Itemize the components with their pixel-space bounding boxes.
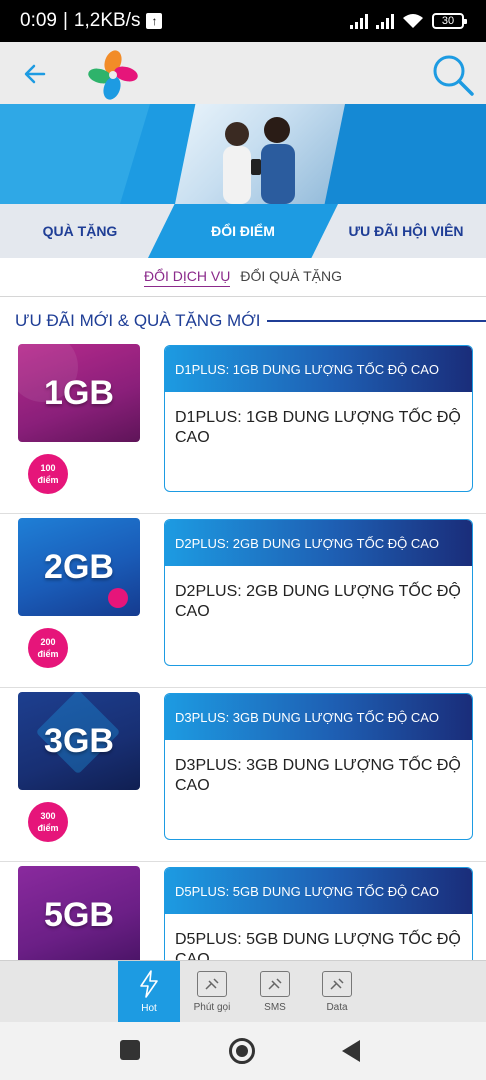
nav-sms[interactable]: SMS [244,961,306,1023]
section-line [266,320,486,322]
people-illustration [223,117,295,204]
nav-hot-label: Hot [141,1003,157,1014]
points-unit: điểm [37,649,59,659]
offer-title: D1PLUS: 1GB DUNG LƯỢNG TỐC ĐỘ CAO [165,346,472,392]
offer-thumb-label: 5GB [44,895,114,934]
offer-card[interactable]: D1PLUS: 1GB DUNG LƯỢNG TỐC ĐỘ CAO D1PLUS… [164,345,473,492]
points-unit: điểm [37,823,59,833]
home-button[interactable] [229,1038,255,1064]
status-time: 0:09 [20,10,57,31]
bottom-nav: Hot Phút gọi SMS Data [0,960,486,1023]
signal-icon-2 [376,13,394,29]
gift-icon [197,971,227,997]
points-value: 200 [40,637,56,647]
status-speed: 1,2KB/s [73,10,141,31]
nav-call-minutes[interactable]: Phút gọi [181,961,243,1023]
wifi-icon [403,14,423,28]
gift-icon [260,971,290,997]
points-value: 300 [40,811,56,821]
status-right: 30 [350,13,467,29]
arrow-left-icon[interactable] [20,59,50,89]
tab-gifts[interactable]: QUÀ TẶNG [0,204,160,258]
status-separator: | [62,10,68,31]
nav-data-label: Data [326,1002,348,1013]
thumb-decoration [108,588,128,608]
offer-thumb-label: 2GB [44,547,114,586]
offer-row[interactable]: 2GB 200 điểm D2PLUS: 2GB DUNG LƯỢNG TỐC … [0,514,486,688]
offer-thumbnail[interactable]: 5GB [18,866,140,964]
tab-redeem-points[interactable]: ĐỔI ĐIỂM [148,204,338,258]
battery-icon: 30 [432,13,467,29]
sub-tab-service[interactable]: ĐỔI DỊCH VỤ [144,268,231,287]
app-header [0,42,486,104]
offer-list: 1GB 100 điểm D1PLUS: 1GB DUNG LƯỢNG TỐC … [0,340,486,1036]
offer-card[interactable]: D3PLUS: 3GB DUNG LƯỢNG TỐC ĐỘ CAO D3PLUS… [164,693,473,840]
tab-member-offers[interactable]: ƯU ĐÃI HỘI VIÊN [326,204,486,258]
signal-icon [350,13,368,29]
main-tabs: QUÀ TẶNG ƯU ĐÃI HỘI VIÊN ĐỔI ĐIỂM [0,204,486,258]
offer-thumbnail[interactable]: 2GB [18,518,140,616]
offer-thumb-label: 3GB [44,721,114,760]
section-header: ƯU ĐÃI MỚI & QUÀ TẶNG MỚI [15,310,486,332]
offer-description: D2PLUS: 2GB DUNG LƯỢNG TỐC ĐỘ CAO [175,583,461,620]
offer-row[interactable]: 1GB 100 điểm D1PLUS: 1GB DUNG LƯỢNG TỐC … [0,340,486,514]
nav-sms-label: SMS [264,1002,286,1013]
section-title: ƯU ĐÃI MỚI & QUÀ TẶNG MỚI [15,311,261,330]
system-nav-bar [0,1022,486,1080]
search-icon[interactable] [430,52,476,98]
banner-photo [175,104,345,204]
nav-data[interactable]: Data [306,961,368,1023]
banner-stripe [0,104,150,204]
nav-call-label: Phút gọi [193,1002,231,1013]
status-left: 0:09 | 1,2KB/s ↑ [20,10,163,32]
app-logo-icon [88,50,138,100]
offer-card[interactable]: D2PLUS: 2GB DUNG LƯỢNG TỐC ĐỘ CAO D2PLUS… [164,519,473,666]
sub-tabs: ĐỔI DỊCH VỤ ĐỔI QUÀ TẶNG [0,258,486,296]
offer-title: D5PLUS: 5GB DUNG LƯỢNG TỐC ĐỘ CAO [165,868,472,914]
offer-thumb-label: 1GB [44,373,114,412]
points-badge: 300 điểm [28,802,68,842]
divider [0,296,486,297]
promo-banner[interactable] [0,104,486,204]
screen: 0:09 | 1,2KB/s ↑ 30 QUÀ TẶNG ƯU ĐÃI HỘI … [0,0,486,1080]
points-badge: 100 điểm [28,454,68,494]
offer-thumbnail[interactable]: 3GB [18,692,140,790]
lightning-icon [140,970,158,998]
recents-button[interactable] [120,1040,140,1060]
gift-icon [322,971,352,997]
points-unit: điểm [37,475,59,485]
banner-stripe [320,104,486,204]
back-button[interactable] [342,1040,360,1062]
offer-description: D3PLUS: 3GB DUNG LƯỢNG TỐC ĐỘ CAO [175,757,461,794]
nav-hot[interactable]: Hot [118,961,180,1023]
status-bar: 0:09 | 1,2KB/s ↑ 30 [0,0,486,42]
points-value: 100 [40,463,56,473]
sub-tab-gift[interactable]: ĐỔI QUÀ TẶNG [240,268,342,287]
upload-icon: ↑ [146,13,163,29]
points-badge: 200 điểm [28,628,68,668]
offer-description: D1PLUS: 1GB DUNG LƯỢNG TỐC ĐỘ CAO [175,409,461,446]
battery-level: 30 [441,15,455,27]
offer-title: D3PLUS: 3GB DUNG LƯỢNG TỐC ĐỘ CAO [165,694,472,740]
offer-title: D2PLUS: 2GB DUNG LƯỢNG TỐC ĐỘ CAO [165,520,472,566]
offer-thumbnail[interactable]: 1GB [18,344,140,442]
offer-row[interactable]: 3GB 300 điểm D3PLUS: 3GB DUNG LƯỢNG TỐC … [0,688,486,862]
